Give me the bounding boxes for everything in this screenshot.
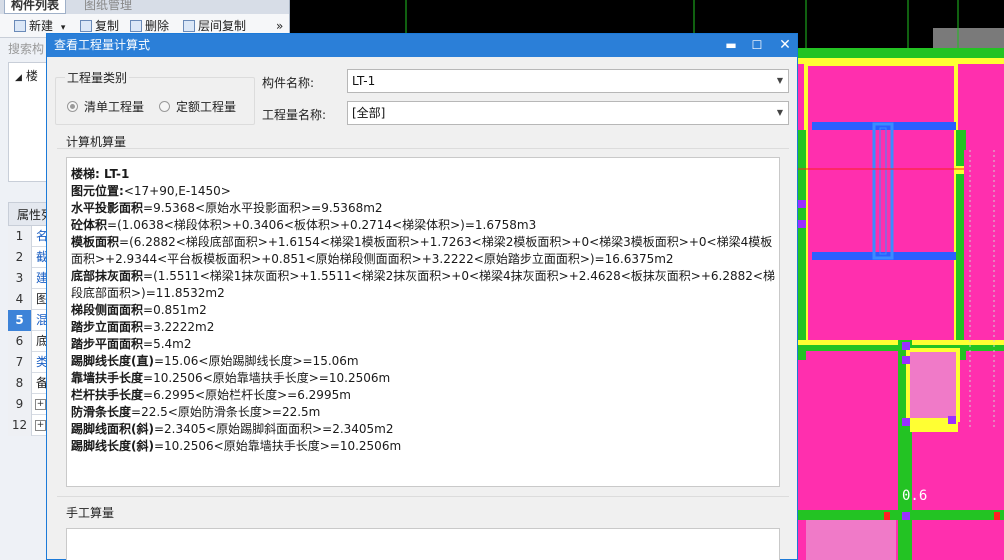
more-icon[interactable]: » bbox=[276, 18, 283, 34]
formula-line: 栏杆扶手长度=6.2995<原始栏杆长度>=6.2995m bbox=[71, 388, 351, 402]
formula-line: 防滑条长度=22.5<原始防滑条长度>=22.5m bbox=[71, 405, 321, 419]
formula-line: 踢脚线长度(斜)=10.2506<原始靠墙扶手长度>=10.2506m bbox=[71, 439, 402, 453]
close-icon[interactable]: ✕ bbox=[771, 34, 799, 57]
chevron-down-icon[interactable]: ▼ bbox=[777, 70, 783, 92]
minimize-icon[interactable]: ▬ bbox=[717, 34, 745, 57]
new-icon bbox=[14, 20, 26, 32]
collapse-icon[interactable]: ◢ bbox=[15, 73, 22, 83]
drawing-canvas[interactable]: 0.6 bbox=[798, 0, 1004, 560]
drawing-canvas-top[interactable] bbox=[290, 0, 798, 34]
search-input[interactable]: 搜索构 bbox=[8, 40, 48, 58]
radio-unselected-icon[interactable] bbox=[159, 101, 170, 112]
floor-copy-button[interactable]: 层间复制 bbox=[183, 18, 246, 34]
formula-line: 模板面积=(6.2882<梯段底部面积>+1.6154<梯梁1模板面积>+1.7… bbox=[71, 235, 773, 266]
delete-button[interactable]: 删除 bbox=[130, 18, 169, 34]
maximize-icon[interactable]: ☐ bbox=[743, 34, 771, 57]
manual-calc-input[interactable] bbox=[66, 528, 780, 560]
expand-icon[interactable]: + bbox=[35, 399, 46, 410]
quantity-name-select[interactable]: [全部] ▼ bbox=[347, 101, 789, 125]
radio-bill-quantity[interactable]: 清单工程量 bbox=[67, 98, 144, 115]
radio-selected-icon[interactable] bbox=[67, 101, 78, 112]
quantity-name-label: 工程量名称: bbox=[262, 108, 327, 122]
formula-line: 踏步立面面积=3.2222m2 bbox=[71, 320, 215, 334]
component-name-select[interactable]: LT-1 ▼ bbox=[347, 69, 789, 93]
formula-line: 水平投影面积=9.5368<原始水平投影面积>=9.5368m2 bbox=[71, 201, 383, 215]
chevron-down-icon[interactable]: ▼ bbox=[777, 102, 783, 124]
formula-line: 踏步平面面积=5.4m2 bbox=[71, 337, 192, 351]
tree-item[interactable]: ◢ 楼 bbox=[15, 67, 38, 84]
copy-icon bbox=[80, 20, 92, 32]
copy-button[interactable]: 复制 bbox=[80, 18, 119, 34]
floor-copy-icon bbox=[183, 20, 195, 32]
component-name-label: 构件名称: bbox=[262, 76, 315, 90]
divider bbox=[57, 148, 789, 149]
quantity-formula-dialog: 查看工程量计算式 ▬ ☐ ✕ 工程量类别 清单工程量 定额工程量 构件名称: L… bbox=[46, 33, 798, 560]
dialog-title: 查看工程量计算式 bbox=[54, 38, 151, 52]
formula-text-area[interactable]: 楼梯: LT-1 图元位置:<17+90,E-1450> 水平投影面积=9.53… bbox=[66, 157, 780, 487]
formula-line: 梯段侧面面积=0.851m2 bbox=[71, 303, 207, 317]
formula-line: 楼梯: LT-1 bbox=[71, 167, 130, 181]
divider bbox=[57, 496, 789, 497]
formula-line: 砼体积=(1.0638<梯段体积>+0.3406<板体积>+0.2714<梯梁体… bbox=[71, 218, 537, 232]
formula-line: 靠墙扶手长度=10.2506<原始靠墙扶手长度>=10.2506m bbox=[71, 371, 391, 385]
delete-icon bbox=[130, 20, 142, 32]
expand-icon[interactable]: + bbox=[35, 420, 46, 431]
formula-line: 踢脚线面积(斜)=2.3405<原始踢脚斜面面积>=2.3405m2 bbox=[71, 422, 394, 436]
manual-calc-title: 手工算量 bbox=[66, 506, 115, 520]
tab-drawing-management[interactable]: 图纸管理 bbox=[78, 0, 138, 14]
panel-tabs: 构件列表 图纸管理 bbox=[0, 0, 289, 14]
chevron-down-icon[interactable]: ▾ bbox=[61, 23, 66, 33]
dialog-titlebar[interactable]: 查看工程量计算式 ▬ ☐ ✕ bbox=[47, 34, 797, 57]
radio-quota-quantity[interactable]: 定额工程量 bbox=[159, 98, 236, 115]
formula-line: 踢脚线长度(直)=15.06<原始踢脚线长度>=15.06m bbox=[71, 354, 359, 368]
grid-lines-graphic bbox=[405, 0, 695, 34]
formula-line: 图元位置:<17+90,E-1450> bbox=[71, 184, 231, 198]
formula-line: 底部抹灰面积=(1.5511<梯梁1抹灰面积>+1.5511<梯梁2抹灰面积>+… bbox=[71, 269, 775, 300]
tab-component-list[interactable]: 构件列表 bbox=[4, 0, 67, 14]
stair-plan-graphic bbox=[798, 0, 1004, 560]
quantity-type-title: 工程量类别 bbox=[65, 69, 130, 86]
dimension-label: 0.6 bbox=[902, 488, 928, 504]
new-button[interactable]: 新建 ▾ bbox=[14, 18, 65, 34]
